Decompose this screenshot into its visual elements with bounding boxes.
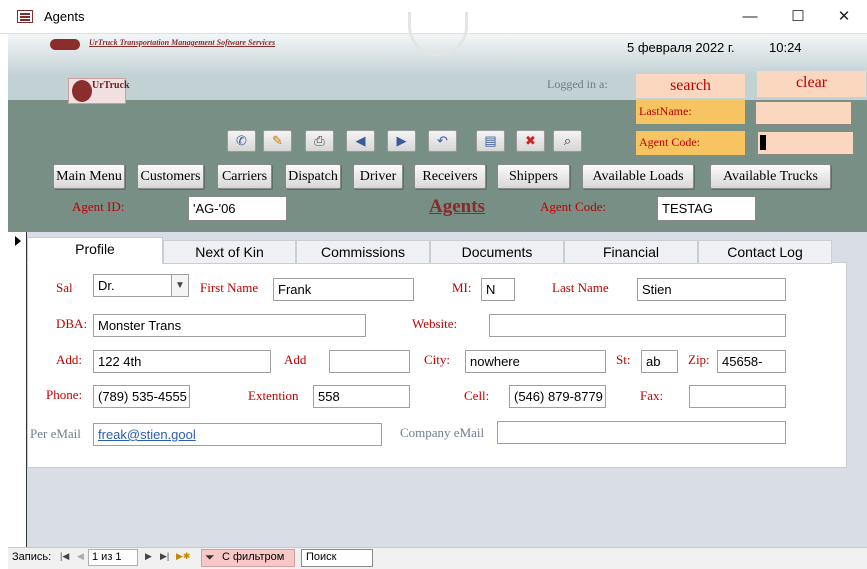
record-number-field[interactable]: 1 из 1	[88, 549, 138, 566]
available-loads-button[interactable]: Available Loads	[582, 164, 694, 189]
state-field[interactable]: ab	[641, 350, 678, 373]
close-button[interactable]: ✕	[821, 5, 867, 29]
agentcode-search-input[interactable]	[757, 131, 854, 155]
address2-label: Add	[284, 352, 307, 367]
lastname-search-label: LastName:	[636, 100, 745, 124]
logo-text: UrTruck	[92, 80, 130, 91]
agent-id-field[interactable]: 'AG-'06	[188, 196, 287, 221]
new-record-icon[interactable]: ▶✱	[176, 551, 190, 562]
city-label: City:	[424, 352, 451, 367]
record-search-input[interactable]: Поиск	[301, 549, 373, 567]
current-record-arrow-icon	[15, 236, 21, 246]
last-record-icon[interactable]: ▶|	[160, 551, 169, 562]
find-icon[interactable]: ⌕	[553, 130, 582, 152]
minimize-button[interactable]: —	[727, 5, 773, 29]
page-title: Agents	[429, 196, 485, 217]
first-record-icon[interactable]: |◀	[60, 551, 69, 562]
zip-field[interactable]: 45658-	[717, 350, 786, 373]
last-name-field[interactable]: Stien	[637, 278, 786, 301]
logo-emblem	[72, 80, 92, 102]
company-email-label: Company eMail	[400, 425, 485, 440]
logged-in-label: Logged in a:	[547, 77, 608, 91]
company-logo-small	[50, 39, 80, 50]
next-record-nav-icon[interactable]: ▶	[145, 551, 152, 562]
agentcode-search-label: Agent Code:	[636, 131, 745, 155]
extension-label: Extention	[248, 388, 299, 403]
record-label: Запись:	[12, 551, 52, 563]
last-name-label: Last Name	[552, 280, 609, 295]
main-menu-button[interactable]: Main Menu	[53, 164, 125, 189]
tab-commissions[interactable]: Commissions	[296, 240, 430, 264]
tab-contact-log[interactable]: Contact Log	[698, 240, 832, 264]
website-label: Website:	[412, 316, 458, 331]
shippers-button[interactable]: Shippers	[497, 164, 570, 189]
city-field[interactable]: nowhere	[465, 350, 606, 373]
filter-toggle[interactable]: С фильтром	[201, 549, 295, 567]
sal-label: Sal	[56, 280, 73, 295]
prev-record-icon[interactable]: ◀	[346, 130, 375, 152]
tab-profile[interactable]: Profile	[27, 237, 163, 264]
window-title: Agents	[44, 9, 85, 24]
carriers-button[interactable]: Carriers	[217, 164, 272, 189]
phone-label: Phone:	[46, 387, 83, 402]
agent-code-label: Agent Code:	[540, 199, 607, 214]
extension-field[interactable]: 558	[313, 385, 410, 408]
current-time: 10:24	[769, 40, 802, 55]
tab-next-of-kin[interactable]: Next of Kin	[163, 240, 296, 264]
first-name-label: First Name	[200, 280, 259, 295]
next-record-icon[interactable]: ▶	[387, 130, 416, 152]
first-name-field[interactable]: Frank	[273, 278, 414, 301]
state-label: St:	[616, 352, 631, 367]
phone-field[interactable]: (789) 535-4555	[93, 385, 190, 408]
phone-icon[interactable]: ✆	[227, 130, 256, 152]
print-icon[interactable]: ⎙	[305, 130, 334, 152]
zip-label: Zip:	[688, 352, 710, 367]
previous-record-icon[interactable]: ◀	[77, 551, 84, 562]
website-field[interactable]	[489, 314, 786, 337]
search-button[interactable]: search	[636, 74, 745, 98]
address2-field[interactable]	[329, 350, 410, 373]
address-label: Add:	[56, 352, 82, 367]
fax-field[interactable]	[689, 385, 786, 408]
personal-email-label: Per eMail	[30, 426, 81, 441]
chevron-down-icon[interactable]: ▼	[171, 275, 188, 296]
report-icon[interactable]: ▤	[476, 130, 505, 152]
mi-label: MI:	[452, 280, 472, 295]
dba-field[interactable]: Monster Trans	[93, 314, 366, 337]
maximize-button[interactable]: ☐	[775, 5, 821, 29]
personal-email-link[interactable]: freak@stien.gool	[98, 427, 196, 442]
company-email-field[interactable]	[497, 421, 786, 444]
clear-button[interactable]: clear	[757, 71, 866, 97]
fax-label: Fax:	[640, 388, 664, 403]
lastname-search-input[interactable]	[755, 101, 852, 125]
dba-label: DBA:	[56, 316, 88, 331]
undo-icon[interactable]: ↶	[428, 130, 457, 152]
text-cursor	[760, 135, 766, 150]
record-selector[interactable]	[8, 232, 27, 547]
tab-documents[interactable]: Documents	[430, 240, 564, 264]
dispatch-button[interactable]: Dispatch	[285, 164, 341, 189]
customers-button[interactable]: Customers	[137, 164, 204, 189]
driver-button[interactable]: Driver	[353, 164, 403, 189]
pencil-icon[interactable]: ✎	[263, 130, 292, 152]
address-field[interactable]: 122 4th	[93, 350, 271, 373]
cell-label: Cell:	[464, 388, 490, 403]
company-name: UrTruck Transportation Management Softwa…	[89, 38, 276, 47]
available-trucks-button[interactable]: Available Trucks	[710, 164, 831, 189]
filter-icon: ⏷	[205, 550, 215, 564]
form-icon	[17, 10, 33, 23]
agent-id-label: Agent ID:	[72, 199, 125, 214]
mi-field[interactable]: N	[481, 278, 515, 301]
agent-code-field[interactable]: TESTAG	[657, 196, 756, 221]
delete-icon[interactable]: ✖	[516, 130, 545, 152]
personal-email-field[interactable]: freak@stien.gool	[93, 423, 382, 446]
tab-financial[interactable]: Financial	[564, 240, 698, 264]
receivers-button[interactable]: Receivers	[414, 164, 486, 189]
current-date: 5 февраля 2022 г.	[627, 40, 735, 55]
cell-field[interactable]: (546) 879-8779	[509, 385, 606, 408]
